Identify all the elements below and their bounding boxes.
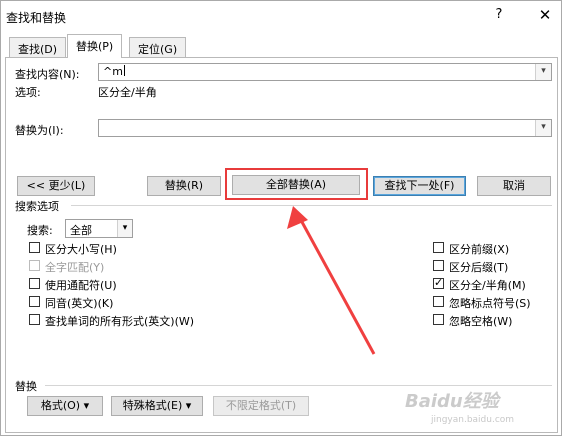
checkbox-label: 区分后缀(T) bbox=[449, 261, 509, 274]
checkbox-box-checked[interactable] bbox=[433, 276, 444, 289]
watermark-url: jingyan.baidu.com bbox=[431, 415, 515, 425]
checkbox-box bbox=[29, 260, 40, 271]
search-options-title: 搜索选项 bbox=[15, 200, 59, 213]
watermark-logo: Baidu经验 bbox=[405, 391, 499, 412]
options-value: 区分全/半角 bbox=[98, 86, 157, 99]
help-button[interactable]: ? bbox=[485, 5, 513, 25]
special-button[interactable]: 特殊格式(E) ▾ bbox=[111, 396, 203, 416]
replace-label: 替换为(I): bbox=[15, 124, 64, 137]
find-label: 查找内容(N): bbox=[15, 68, 80, 81]
checkbox-box[interactable] bbox=[29, 242, 40, 253]
checkbox-label: 区分全/半角(M) bbox=[449, 279, 526, 292]
checkbox-label: 忽略标点符号(S) bbox=[449, 297, 531, 310]
find-next-button[interactable]: 查找下一处(F) bbox=[373, 176, 466, 196]
replace-dropdown-arrow-icon[interactable]: ▾ bbox=[535, 120, 551, 136]
format-button[interactable]: 格式(O) ▾ bbox=[27, 396, 103, 416]
search-label: 搜索: bbox=[27, 224, 53, 237]
checkbox-label: 查找单词的所有形式(英文)(W) bbox=[45, 315, 195, 328]
find-dropdown-arrow-icon[interactable]: ▾ bbox=[535, 64, 551, 80]
options-label: 选项: bbox=[15, 86, 41, 99]
checkbox-label: 区分大小写(H) bbox=[45, 243, 117, 256]
replace-section-divider bbox=[45, 385, 552, 386]
checkbox-label: 区分前缀(X) bbox=[449, 243, 510, 256]
checkbox-label: 使用通配符(U) bbox=[45, 279, 117, 292]
find-value: ^m bbox=[103, 65, 123, 78]
find-replace-dialog: 查找和替换 ? ✕ 查找(D) 替换(P) 定位(G) 查找内容(N): ^m … bbox=[0, 0, 562, 436]
title-bar: 查找和替换 ? ✕ bbox=[1, 1, 561, 30]
replace-input[interactable]: ▾ bbox=[98, 119, 552, 137]
close-button[interactable]: ✕ bbox=[531, 5, 559, 25]
checkbox-box[interactable] bbox=[29, 278, 40, 289]
checkbox-box[interactable] bbox=[433, 314, 444, 325]
checkbox-box[interactable] bbox=[433, 296, 444, 307]
no-formatting-button: 不限定格式(T) bbox=[213, 396, 309, 416]
cancel-button[interactable]: 取消 bbox=[477, 176, 551, 196]
replace-button[interactable]: 替换(R) bbox=[147, 176, 221, 196]
tab-replace[interactable]: 替换(P) bbox=[67, 34, 123, 58]
search-direction-select[interactable]: 全部 ▾ bbox=[65, 219, 133, 238]
chevron-down-icon[interactable]: ▾ bbox=[117, 220, 132, 237]
checkbox-box[interactable] bbox=[433, 260, 444, 271]
highlight-box bbox=[225, 168, 368, 200]
tab-find[interactable]: 查找(D) bbox=[9, 37, 67, 57]
checkbox-label: 同音(英文)(K) bbox=[45, 297, 114, 310]
find-input[interactable]: ^m ▾ bbox=[98, 63, 552, 81]
less-button[interactable]: << 更少(L) bbox=[17, 176, 95, 196]
checkbox-label: 忽略空格(W) bbox=[449, 315, 513, 328]
checkbox-label: 全字匹配(Y) bbox=[45, 261, 105, 274]
search-direction-value: 全部 bbox=[70, 224, 92, 237]
checkbox-box[interactable] bbox=[29, 296, 40, 307]
tab-goto[interactable]: 定位(G) bbox=[129, 37, 187, 57]
checkbox-box[interactable] bbox=[433, 242, 444, 253]
checkbox-box[interactable] bbox=[29, 314, 40, 325]
replace-section-title: 替换 bbox=[15, 380, 37, 393]
window-title: 查找和替换 bbox=[6, 11, 67, 25]
search-options-divider bbox=[71, 205, 552, 206]
